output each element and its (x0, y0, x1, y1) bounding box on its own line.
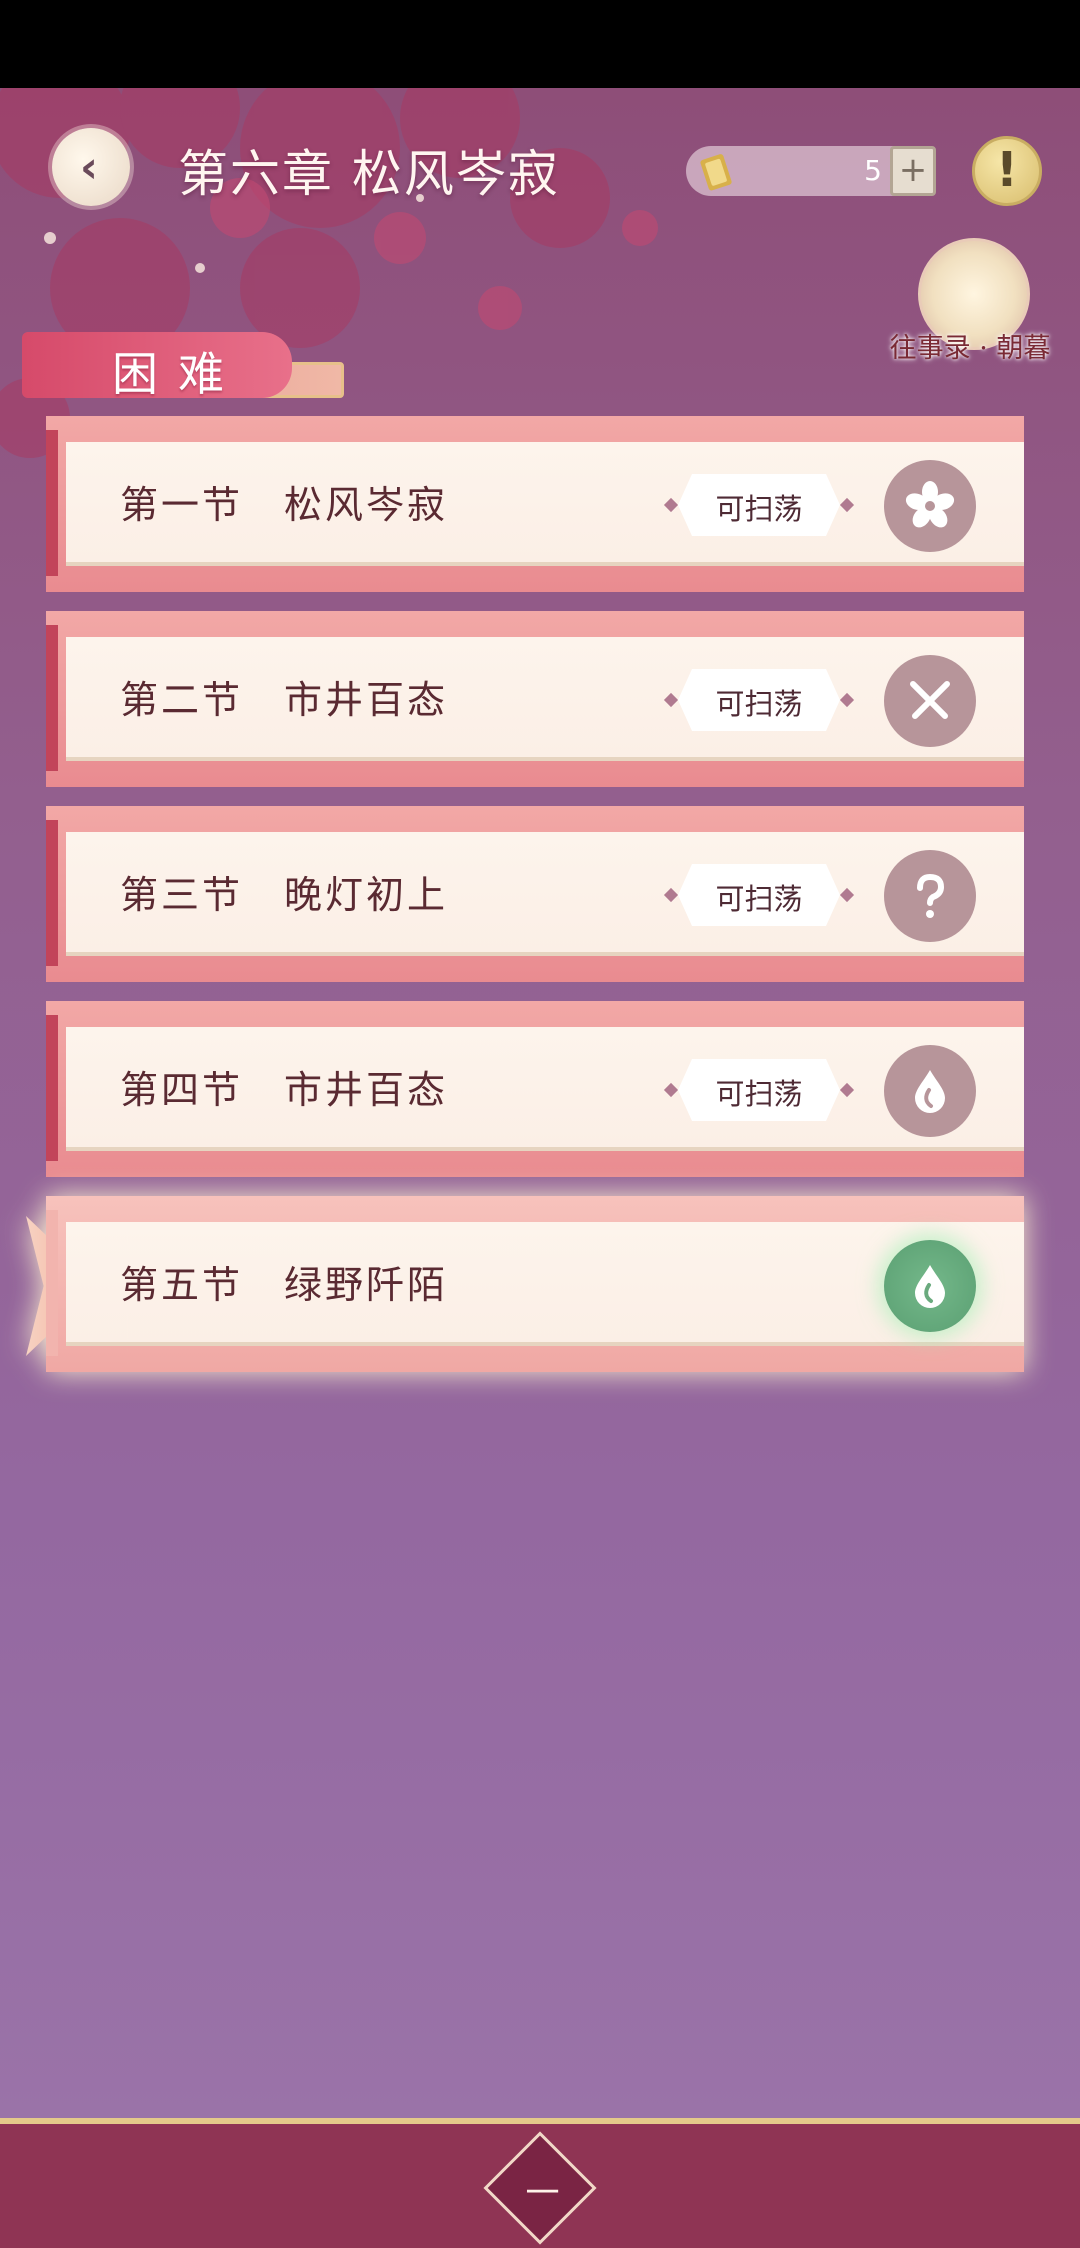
difficulty-banner: 困难 (22, 326, 344, 408)
memoir-button[interactable]: 往事录 · 朝暮 (880, 238, 1060, 378)
chapter-selector-button[interactable]: 一 (483, 2131, 597, 2245)
bottom-bar: 一 (0, 2118, 1080, 2248)
section-number: 第三节 (120, 873, 244, 917)
section-name: 市井百态 (284, 1068, 449, 1112)
section-name: 市井百态 (284, 678, 449, 722)
ticket-count: 5 (864, 154, 882, 187)
status-bar (0, 0, 1080, 88)
chapter-selector-label: 一 (525, 2173, 560, 2214)
sweepable-label: 可扫荡 (715, 882, 803, 916)
section-number: 第四节 (120, 1068, 244, 1112)
chapter-title: 第六章 松风岑寂 (178, 145, 560, 203)
section-card-3[interactable]: 第三节 晚灯初上 可扫荡 (46, 806, 1024, 986)
water-drop-icon (884, 1045, 976, 1137)
sweepable-badge[interactable]: 可扫荡 (663, 1059, 855, 1121)
memoir-label: 往事录 · 朝暮 (889, 333, 1051, 364)
add-ticket-button[interactable]: + (890, 146, 936, 196)
sweepable-badge[interactable]: 可扫荡 (663, 669, 855, 731)
section-card-2[interactable]: 第二节 市井百态 可扫荡 (46, 611, 1024, 791)
section-card-4[interactable]: 第四节 市井百态 可扫荡 (46, 1001, 1024, 1181)
section-card-5-current[interactable]: 第五节 绿野阡陌 (26, 1196, 1024, 1376)
section-number: 第二节 (120, 678, 244, 722)
crossed-swords-icon (884, 655, 976, 747)
section-number: 第一节 (120, 483, 244, 527)
sweepable-badge[interactable]: 可扫荡 (663, 864, 855, 926)
sweep-ticket-counter: 5 + (686, 146, 936, 196)
question-icon (884, 850, 976, 942)
sweepable-badge[interactable]: 可扫荡 (663, 474, 855, 536)
back-button[interactable]: ‹ (52, 128, 130, 206)
ticket-icon (700, 154, 732, 191)
difficulty-label: 困难 (112, 347, 244, 401)
section-name: 晚灯初上 (284, 873, 449, 917)
sweepable-label: 可扫荡 (715, 492, 803, 526)
flower-icon (884, 460, 976, 552)
section-name: 松风岑寂 (284, 483, 449, 527)
sweepable-label: 可扫荡 (715, 687, 803, 721)
info-button[interactable]: ! (972, 136, 1042, 206)
section-number: 第五节 (120, 1263, 244, 1307)
section-name: 绿野阡陌 (284, 1263, 449, 1307)
chapter-screen: ‹ 第六章 松风岑寂 5 + ! 往事录 · 朝暮 困难 第一节 松风岑寂 可扫… (0, 88, 1080, 2118)
chevron-left-icon: ‹ (79, 141, 99, 193)
section-card-1[interactable]: 第一节 松风岑寂 可扫荡 (46, 416, 1024, 596)
sweepable-label: 可扫荡 (715, 1077, 803, 1111)
water-drop-icon (884, 1240, 976, 1332)
